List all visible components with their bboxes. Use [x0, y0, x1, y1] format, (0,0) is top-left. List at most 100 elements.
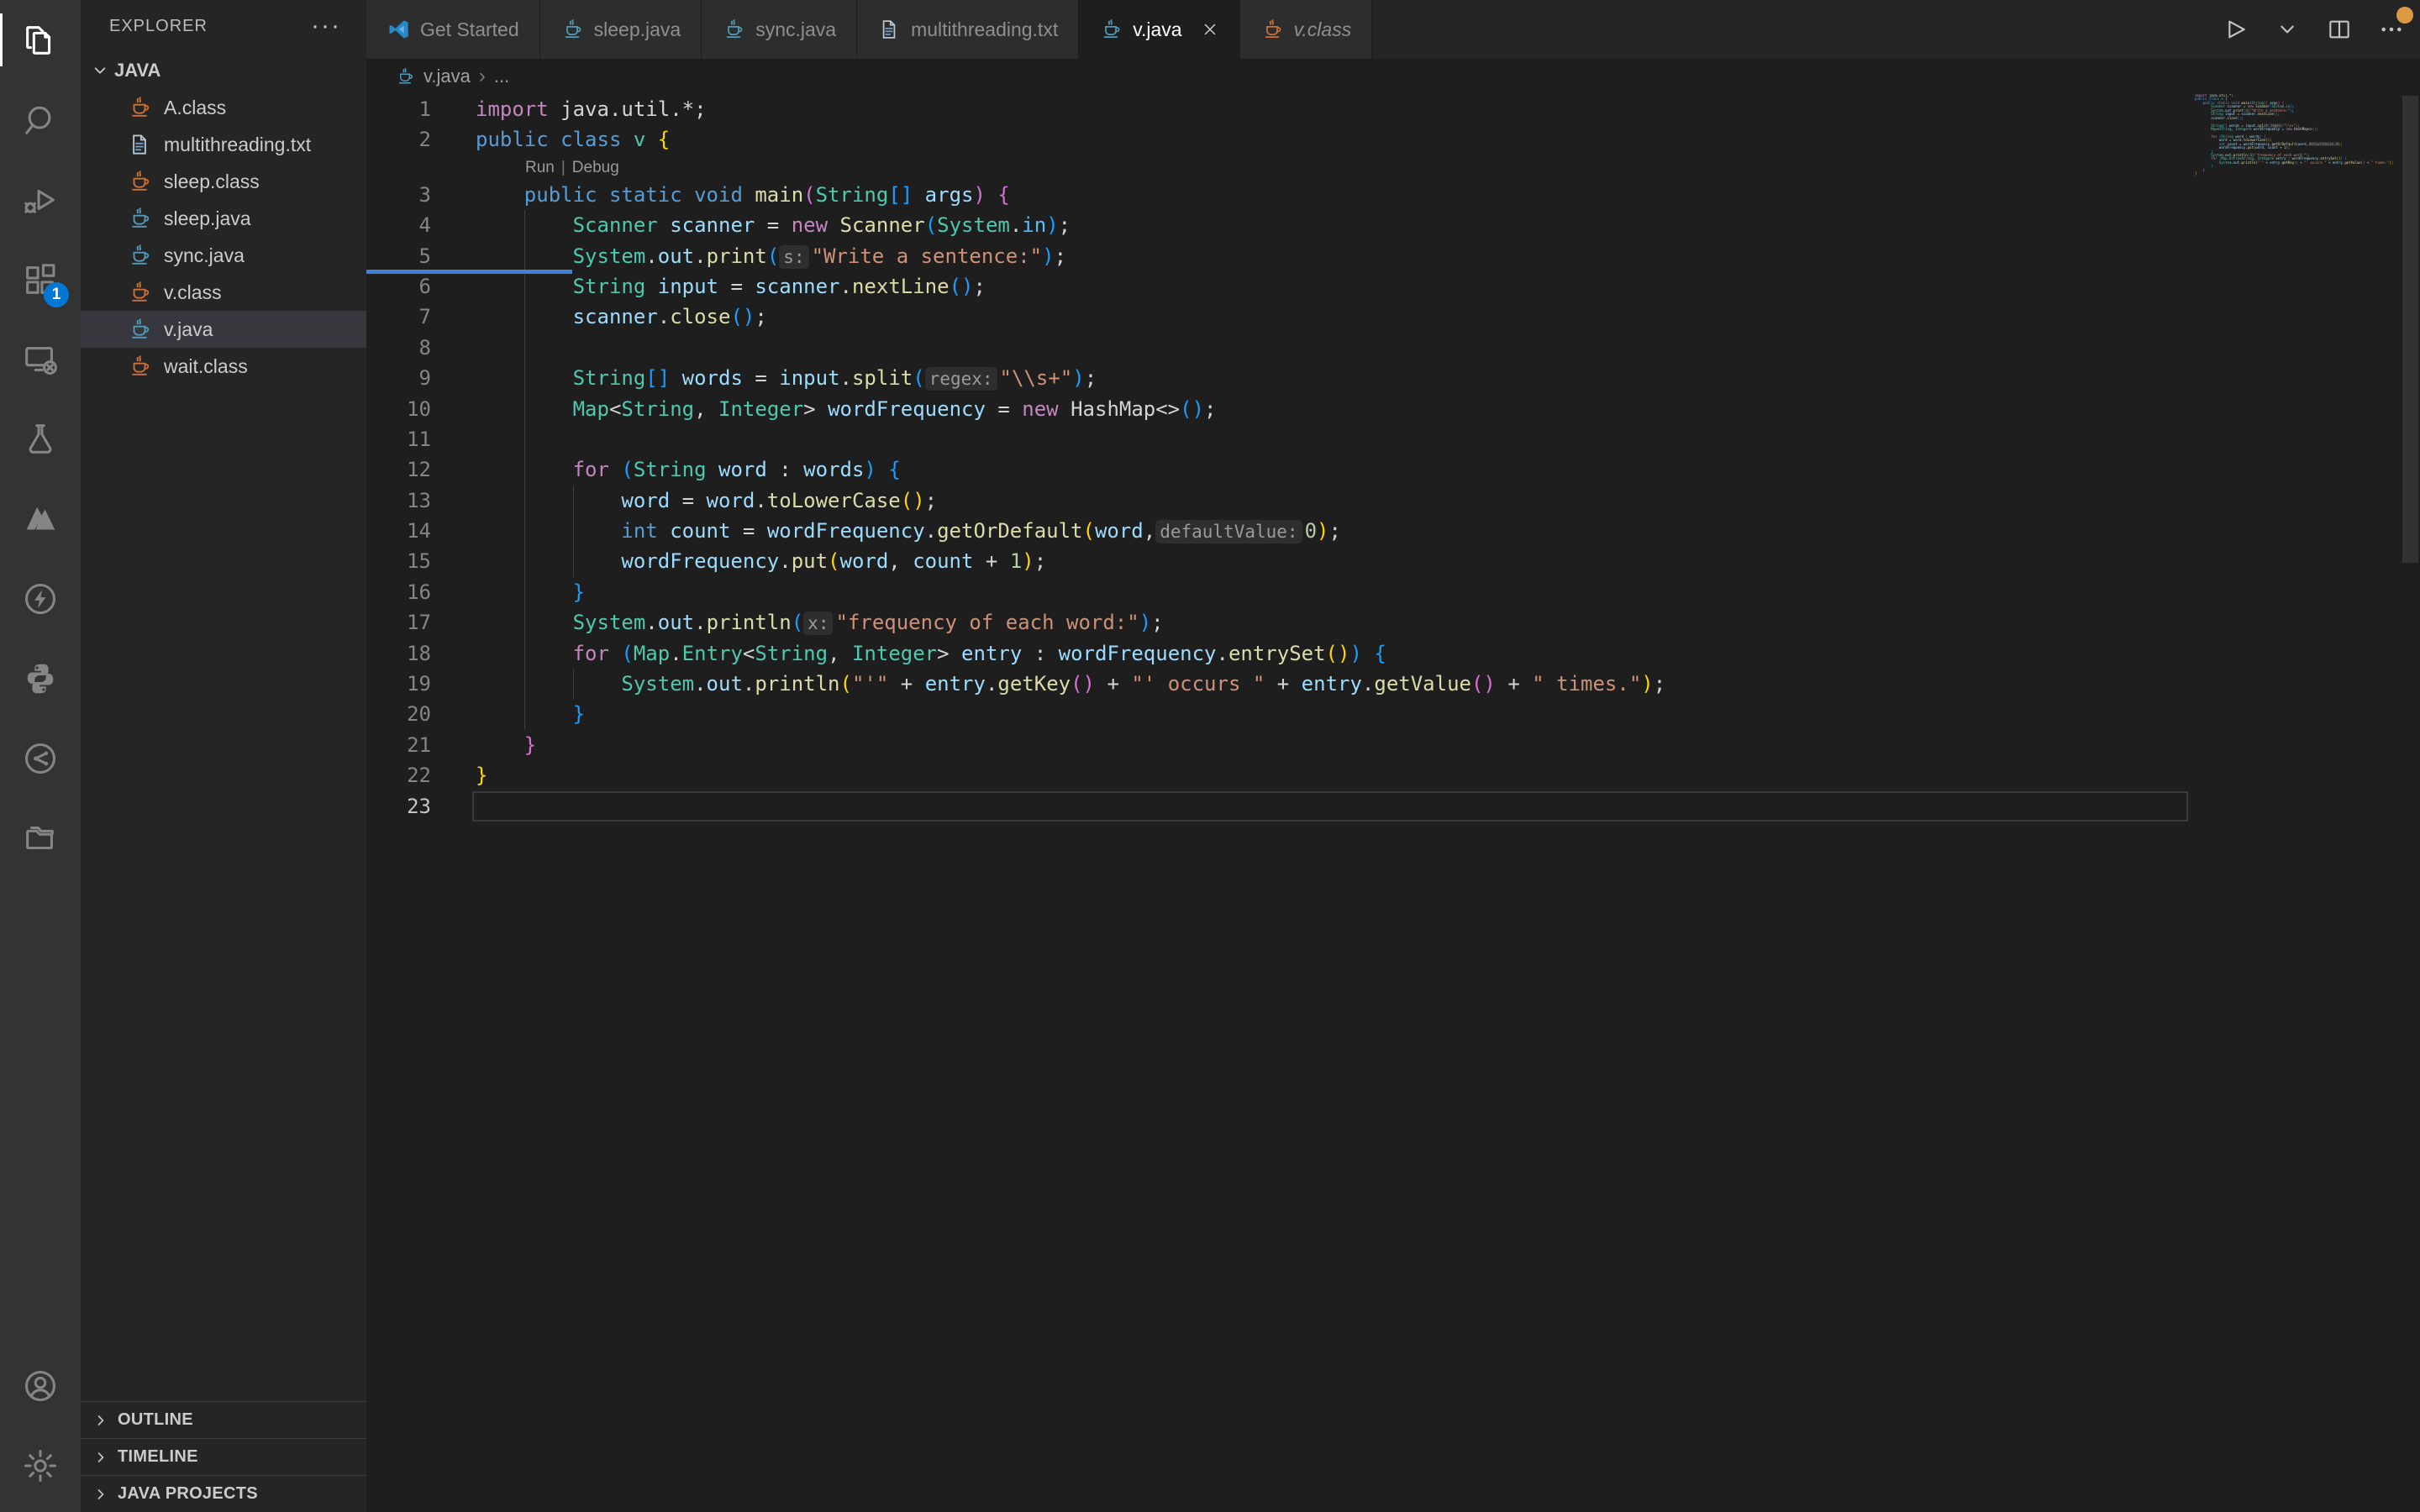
line-content[interactable]: for (Map.Entry<String, Integer> entry : …: [476, 638, 2420, 669]
section-outline[interactable]: OUTLINE: [81, 1401, 366, 1438]
line-number[interactable]: 4: [366, 210, 476, 240]
line-number[interactable]: 9: [366, 363, 476, 393]
line-number[interactable]: 10: [366, 394, 476, 424]
file-sync.java[interactable]: sync.java: [81, 237, 366, 274]
line-number[interactable]: 12: [366, 454, 476, 485]
file-v.java[interactable]: v.java: [81, 311, 366, 348]
line-number[interactable]: 3: [366, 180, 476, 210]
line-content[interactable]: wordFrequency.put(word, count + 1);: [476, 546, 2420, 576]
line-content[interactable]: }: [476, 760, 2420, 790]
line-number[interactable]: 23: [366, 791, 476, 822]
tab-sync-java[interactable]: sync.java: [702, 0, 857, 59]
split-editor-button[interactable]: [2326, 16, 2353, 43]
line-content[interactable]: word = word.toLowerCase();: [476, 486, 2420, 516]
line-number[interactable]: 14: [366, 516, 476, 546]
file-multithreading.txt[interactable]: multithreading.txt: [81, 126, 366, 163]
activity-item-project-manager[interactable]: [0, 798, 81, 878]
activity-item-explorer[interactable]: [0, 0, 81, 80]
section-timeline[interactable]: TIMELINE: [81, 1438, 366, 1475]
activity-item-extensions[interactable]: 1: [0, 239, 81, 319]
tab-get-started[interactable]: Get Started: [366, 0, 540, 59]
activity-item-testing[interactable]: [0, 399, 81, 479]
activity-item-remote-explorer[interactable]: [0, 319, 81, 399]
file-A.class[interactable]: A.class: [81, 89, 366, 126]
line-number[interactable]: 16: [366, 577, 476, 607]
file-sleep.class[interactable]: sleep.class: [81, 163, 366, 200]
activity-item-run-and-debug[interactable]: [0, 160, 81, 239]
code-line-3[interactable]: 3public static void main(String[] args) …: [366, 180, 2420, 210]
line-content[interactable]: for (String word : words) {: [476, 454, 2420, 485]
code-line-2[interactable]: 2public class v {: [366, 124, 2420, 155]
tab-multithreading-txt[interactable]: multithreading.txt: [857, 0, 1079, 59]
line-content[interactable]: Scanner scanner = new Scanner(System.in)…: [476, 210, 2420, 240]
file-wait.class[interactable]: wait.class: [81, 348, 366, 385]
code-line-7[interactable]: 7scanner.close();: [366, 302, 2420, 332]
activity-item-accounts[interactable]: [0, 1346, 81, 1425]
code-line-22[interactable]: 22}: [366, 760, 2420, 790]
code-line-17[interactable]: 17System.out.println(x:"frequency of eac…: [366, 607, 2420, 638]
code-line-5[interactable]: 5System.out.print(s:"Write a sentence:")…: [366, 241, 2420, 271]
code-line-6[interactable]: 6String input = scanner.nextLine();: [366, 271, 2420, 302]
line-content[interactable]: int count = wordFrequency.getOrDefault(w…: [476, 516, 2420, 546]
line-content[interactable]: System.out.println("'" + entry.getKey() …: [476, 669, 2420, 699]
line-number[interactable]: 21: [366, 730, 476, 760]
breadcrumb-more[interactable]: ...: [494, 66, 509, 87]
code-line-15[interactable]: 15wordFrequency.put(word, count + 1);: [366, 546, 2420, 576]
line-number[interactable]: 8: [366, 333, 476, 363]
line-number[interactable]: 6: [366, 271, 476, 302]
line-content[interactable]: String input = scanner.nextLine();: [476, 271, 2420, 302]
line-number[interactable]: 11: [366, 424, 476, 454]
line-content[interactable]: [476, 791, 2420, 822]
code-line-13[interactable]: 13word = word.toLowerCase();: [366, 486, 2420, 516]
line-content[interactable]: [476, 333, 2420, 363]
line-number[interactable]: 7: [366, 302, 476, 332]
line-content[interactable]: public class v {: [476, 124, 2420, 155]
line-content[interactable]: import java.util.*;: [476, 94, 2420, 124]
code-line-19[interactable]: 19System.out.println("'" + entry.getKey(…: [366, 669, 2420, 699]
activity-item-azure[interactable]: [0, 479, 81, 559]
line-content[interactable]: String[] words = input.split(regex:"\\s+…: [476, 363, 2420, 393]
close-icon[interactable]: [1201, 20, 1219, 39]
code-line-10[interactable]: 10Map<String, Integer> wordFrequency = n…: [366, 394, 2420, 424]
line-number[interactable]: 19: [366, 669, 476, 699]
line-number[interactable]: 13: [366, 486, 476, 516]
tab-sleep-java[interactable]: sleep.java: [540, 0, 702, 59]
code-line-14[interactable]: 14int count = wordFrequency.getOrDefault…: [366, 516, 2420, 546]
activity-item-settings[interactable]: [0, 1425, 81, 1505]
folder-java[interactable]: JAVA: [81, 52, 366, 89]
line-content[interactable]: public static void main(String[] args) {: [476, 180, 2420, 210]
line-number[interactable]: 18: [366, 638, 476, 669]
line-content[interactable]: }: [476, 577, 2420, 607]
code-line-4[interactable]: 4Scanner scanner = new Scanner(System.in…: [366, 210, 2420, 240]
activity-item-live-share[interactable]: [0, 718, 81, 798]
line-content[interactable]: System.out.print(s:"Write a sentence:");: [476, 241, 2420, 271]
code-line-18[interactable]: 18for (Map.Entry<String, Integer> entry …: [366, 638, 2420, 669]
file-v.class[interactable]: v.class: [81, 274, 366, 311]
code-lens-run[interactable]: Run: [525, 159, 555, 176]
tab-v-class[interactable]: v.class: [1240, 0, 1373, 59]
line-number[interactable]: 15: [366, 546, 476, 576]
line-content[interactable]: System.out.println(x:"frequency of each …: [476, 607, 2420, 638]
code-line-12[interactable]: 12for (String word : words) {: [366, 454, 2420, 485]
code-line-1[interactable]: 1import java.util.*;: [366, 94, 2420, 124]
section-java-projects[interactable]: JAVA PROJECTS: [81, 1475, 366, 1512]
run-options-button[interactable]: [2274, 16, 2301, 43]
scrollbar[interactable]: [2401, 94, 2420, 1512]
line-content[interactable]: }: [476, 699, 2420, 729]
line-number[interactable]: 17: [366, 607, 476, 638]
code-line-9[interactable]: 9String[] words = input.split(regex:"\\s…: [366, 363, 2420, 393]
tab-v-java[interactable]: v.java: [1079, 0, 1239, 59]
code-line-8[interactable]: 8: [366, 333, 2420, 363]
breadcrumb-file[interactable]: v.java: [424, 66, 471, 87]
line-content[interactable]: }: [476, 730, 2420, 760]
activity-item-python[interactable]: [0, 638, 81, 718]
file-sleep.java[interactable]: sleep.java: [81, 200, 366, 237]
activity-item-thunder-client[interactable]: [0, 559, 81, 638]
code-lens-debug[interactable]: Debug: [572, 159, 619, 176]
code-line-20[interactable]: 20}: [366, 699, 2420, 729]
code-line-21[interactable]: 21}: [366, 730, 2420, 760]
scrollbar-slider[interactable]: [2402, 96, 2418, 563]
minimap[interactable]: import java.util.*;public class v {publi…: [2195, 94, 2401, 564]
line-content[interactable]: scanner.close();: [476, 302, 2420, 332]
activity-item-search[interactable]: [0, 80, 81, 160]
